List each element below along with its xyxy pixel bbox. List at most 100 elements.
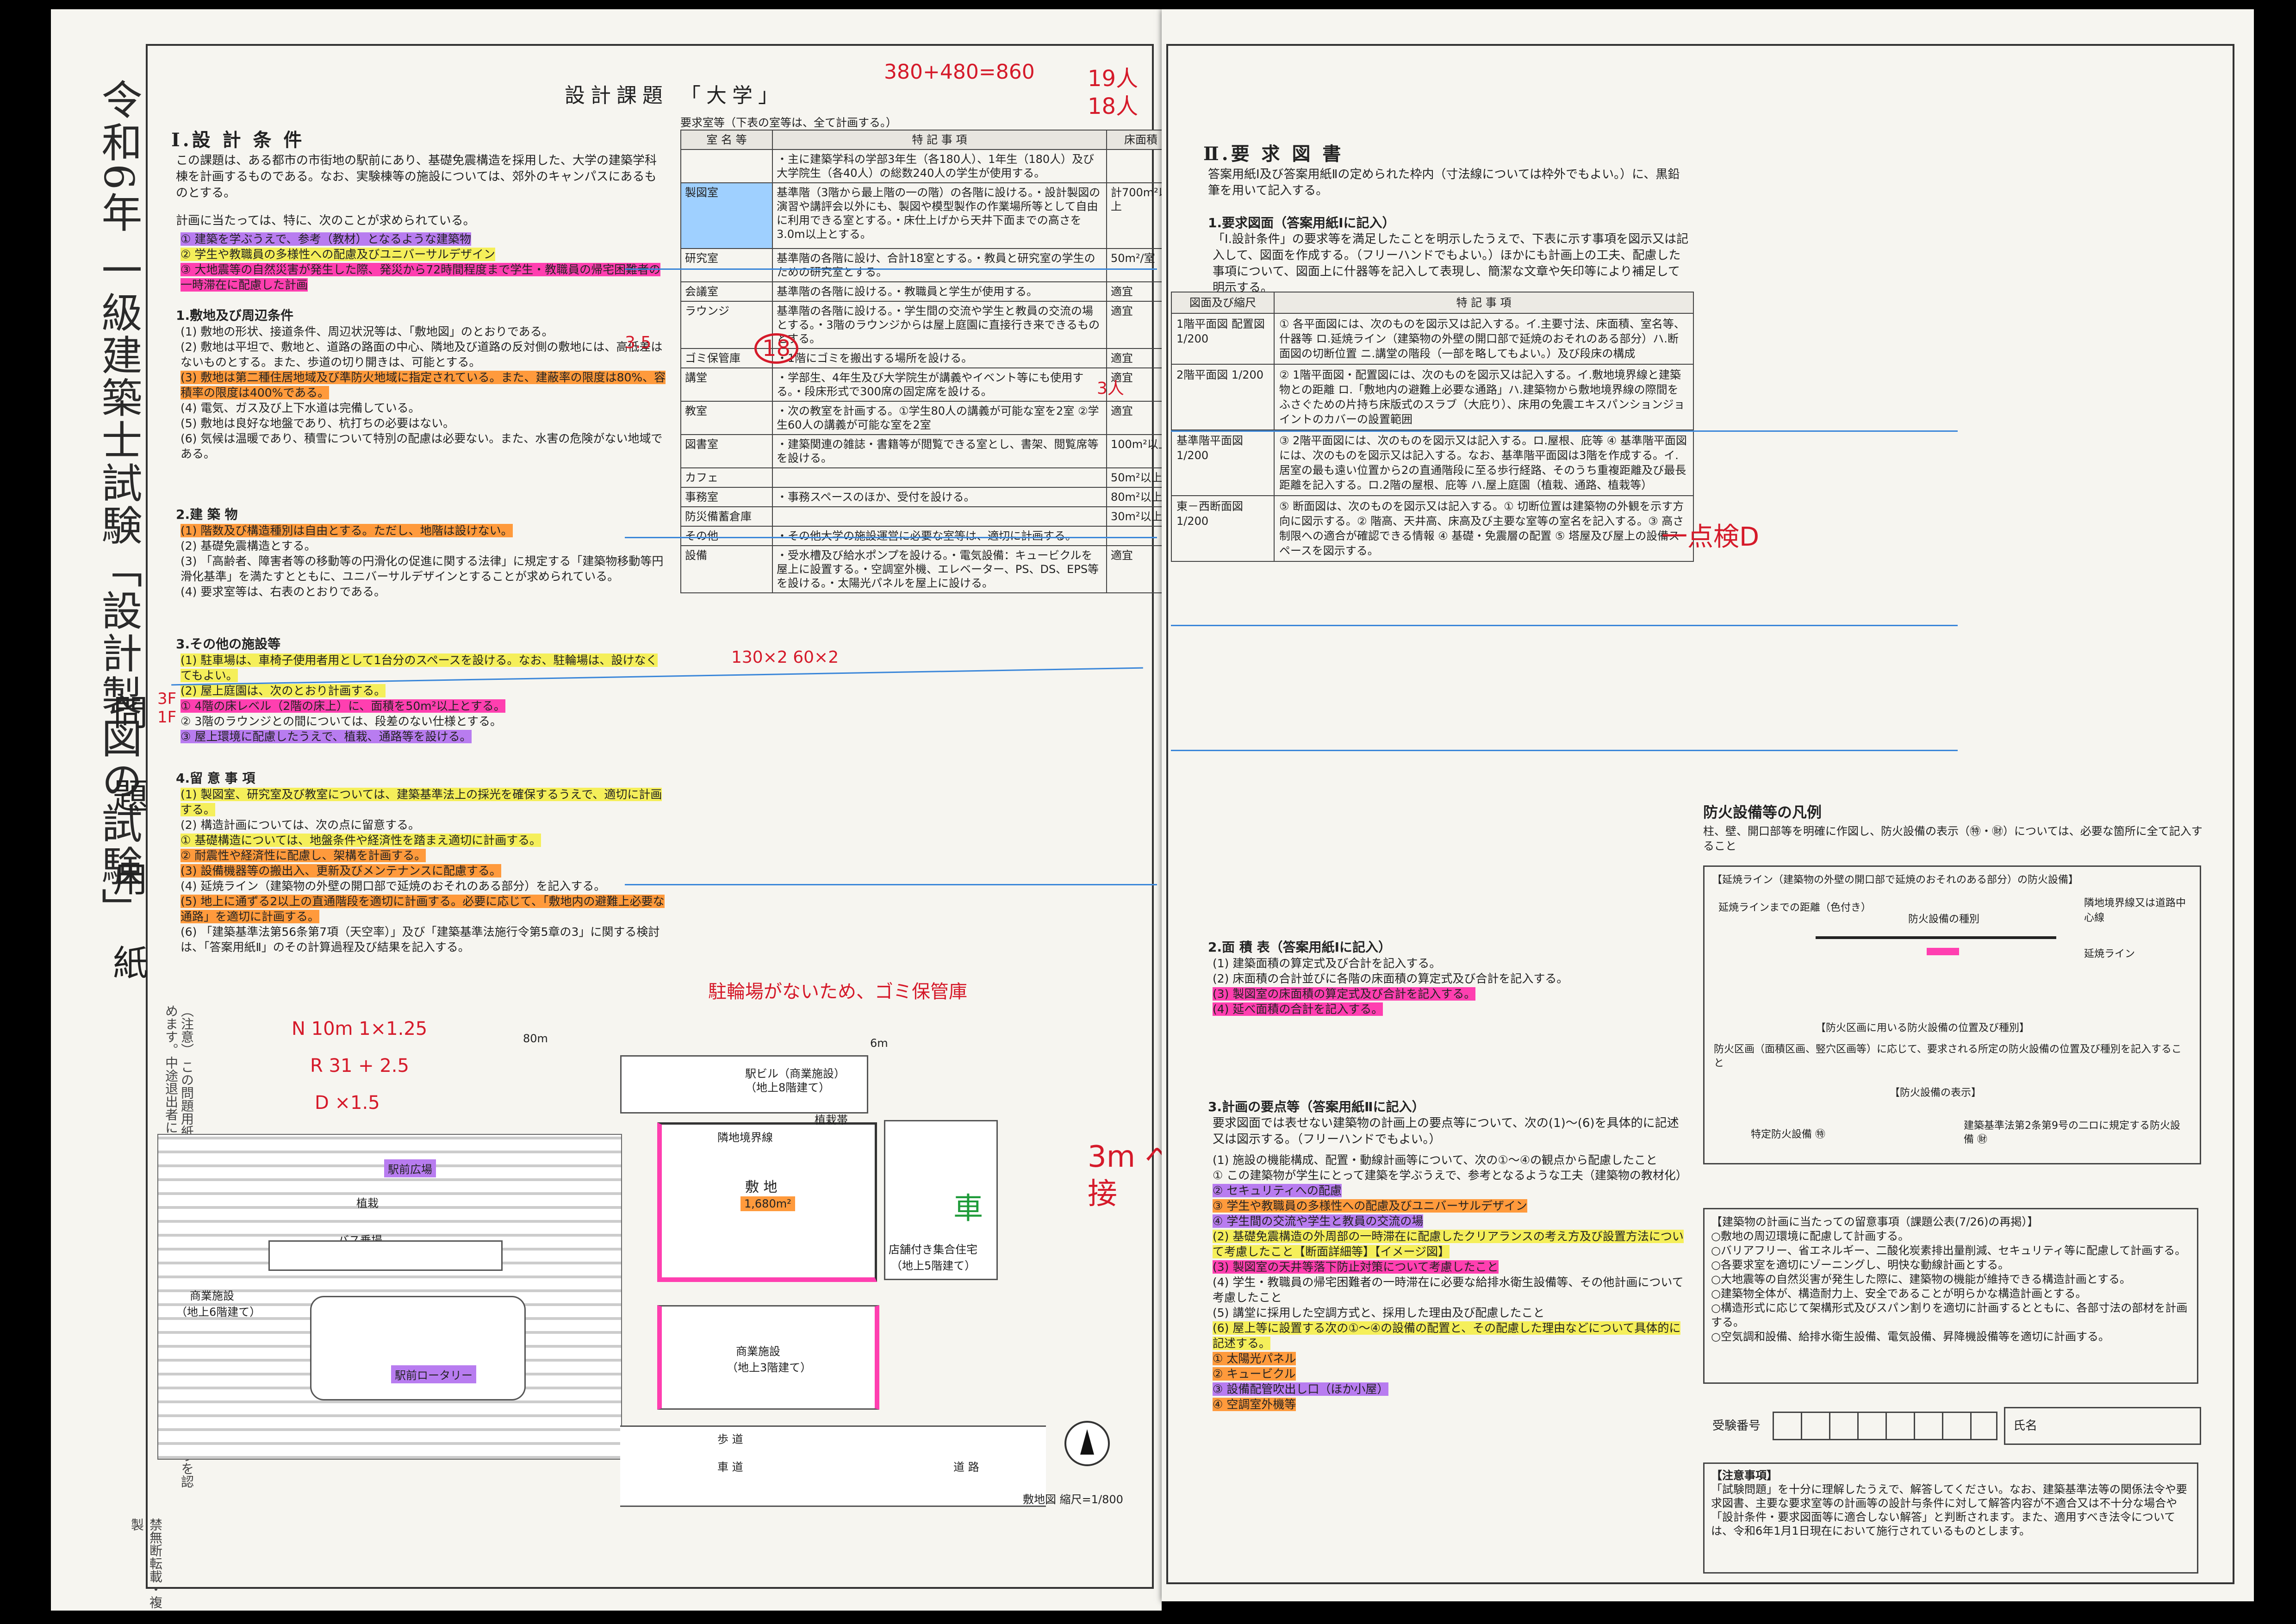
roadway-label: 車 道 bbox=[717, 1461, 743, 1474]
handwritten-note: D ×1.5 bbox=[315, 1092, 380, 1114]
other-items: (1) 駐車場は、車椅子使用者用として1台分のスペースを設ける。なお、駐輪場は、… bbox=[180, 653, 666, 744]
plan-item: ① 建築を学ぶうえで、参考（教材）となるような建築物 bbox=[180, 232, 471, 246]
plan-item: ② 学生や教職員の多様性への配慮及びユニバーサルデザイン bbox=[180, 248, 495, 261]
other-item: ① 4階の床レベル（2階の床上）に、面積を50m²以上とする。 bbox=[180, 699, 505, 713]
table-row: 事務室 ・事務スペースのほか、受付を設ける。 80m²以上 bbox=[680, 487, 1162, 507]
site-item: (3) 敷地は第二種住居地域及び準防火地域に指定されている。また、建蔽率の限度は… bbox=[180, 371, 666, 399]
dim-80m: 80m bbox=[523, 1032, 548, 1045]
room-area: 50m²以上 bbox=[1106, 467, 1162, 488]
legend-title: 防火設備等の凡例 bbox=[1703, 803, 1822, 821]
point-item: (4) 学生・教職員の帰宅困難者の一時滞在に必要な給排水衛生設備等、その他計画に… bbox=[1213, 1276, 1684, 1304]
room-notes: ・受水槽及び給水ポンプを設ける。・電気設備：キュービクルを屋上に設置する。・空調… bbox=[772, 545, 1107, 593]
drawing-notes: ⑤ 断面図は、次のものを図示又は記入する。① 切断位置は建築物の外観を示す方向に… bbox=[1274, 495, 1694, 562]
heading-area-table: 2.面 積 表（答案用紙Ⅰに記入） bbox=[1208, 940, 1392, 955]
north-arrow-icon bbox=[1064, 1421, 1110, 1466]
room-name: 設備 bbox=[680, 545, 773, 593]
room-notes: ・学部生、4年生及び大学院生が講義やイベント等にも使用する。・段床形式で300席… bbox=[772, 367, 1107, 402]
other-item: ② 3階のラウンジとの間については、段差のない仕様とする。 bbox=[180, 715, 502, 728]
heading-cautions: 4.留 意 事 項 bbox=[176, 771, 255, 786]
building-item: (4) 要求室等は、右表のとおりである。 bbox=[180, 585, 386, 598]
legend-item: 【延焼ライン（建築物の外壁の開口部で延焼のおそれのある部分）の防火設備】 bbox=[1712, 874, 2079, 886]
notice-text: 「試験問題」を十分に理解したうえで、解答してください。なお、建築基準法等の関係法… bbox=[1711, 1483, 2187, 1537]
cares-item: ○敷地の周辺環境に配慮して計画する。 bbox=[1711, 1230, 1910, 1243]
station-building bbox=[620, 1055, 868, 1114]
col-room: 室 名 等 bbox=[680, 130, 773, 150]
pen-line bbox=[1171, 750, 1958, 751]
room-notes: ・次の教室を計画する。①学生80人の講義が可能な室を2室 ②学生60人の講義が可… bbox=[772, 401, 1107, 435]
cares-item: ○大地震等の自然災害が発生した際に、建築物の機能が維持できる構造計画とする。 bbox=[1711, 1273, 2131, 1286]
area-item: (4) 延べ面積の合計を記入する。 bbox=[1213, 1002, 1383, 1016]
copyright: 禁無断転載・複製 bbox=[129, 1518, 163, 1609]
area-item: (3) 製図室の床面積の算定式及び合計を記入する。 bbox=[1213, 987, 1476, 1001]
room-name: 事務室 bbox=[680, 487, 773, 507]
commercial-south-label: 商業施設 bbox=[736, 1345, 780, 1358]
handwritten-note: R 31 + 2.5 bbox=[310, 1055, 409, 1076]
table-row: その他 ・その他大学の施設運営に必要な室等は、適切に計画する。 bbox=[680, 526, 1162, 546]
sidewalk-label: 歩 道 bbox=[717, 1433, 743, 1446]
legend-item: 延焼ラインまでの距離（色付き） bbox=[1718, 902, 1872, 914]
table-row: カフェ 50m²以上 bbox=[680, 467, 1162, 488]
building-item: (2) 基礎免震構造とする。 bbox=[180, 539, 316, 553]
site-items: (1) 敷地の形状、接道条件、周辺状況等は、「敷地図」のとおりである。 (2) … bbox=[180, 324, 666, 461]
point-item: (3) 製図室の天井等落下防止対策について考慮したこと bbox=[1213, 1260, 1499, 1274]
room-notes: 基準階の各階に設ける。・学生間の交流や学生と教員の交流の場とする。・3階のラウン… bbox=[772, 301, 1107, 349]
room-name: 図書室 bbox=[680, 434, 773, 468]
room-area: 適宜 bbox=[1106, 301, 1162, 349]
room-notes: ・1階にゴミを搬出する場所を設ける。 bbox=[772, 348, 1107, 368]
legend-distance-mark bbox=[1927, 948, 1959, 955]
legend-item: 【防火区画に用いる防火設備の位置及び種別】 bbox=[1816, 1022, 2030, 1034]
room-notes bbox=[772, 506, 1107, 527]
room-notes: ・その他大学の施設運営に必要な室等は、適切に計画する。 bbox=[772, 526, 1107, 546]
col-drawing-notes: 特 記 事 項 bbox=[1274, 292, 1694, 314]
legend-item: 【防火設備の表示】 bbox=[1890, 1087, 1982, 1099]
building-item: (1) 階数及び構造種別は自由とする。ただし、地階は設けない。 bbox=[180, 524, 513, 537]
sec2-intro: 答案用紙Ⅰ及び答案用紙Ⅱの定められた枠内（寸法線については枠外でもよい。）に、黒… bbox=[1208, 168, 1680, 198]
left-sheet: 令和6年 一級建築士試験「設計製図の試験」 問 題 用 紙 （注意） この問題用… bbox=[51, 9, 1162, 1611]
table-row: ラウンジ 基準階の各階に設ける。・学生間の交流や学生と教員の交流の場とする。・3階… bbox=[680, 301, 1162, 349]
notice-title: 【注意事項】 bbox=[1711, 1469, 1778, 1482]
exam-number-field[interactable] bbox=[1773, 1412, 1997, 1440]
room-area: 適宜 bbox=[1106, 545, 1162, 593]
care-item: (3) 設備機器等の搬出入、更新及びメンテナンスに配慮する。 bbox=[180, 864, 501, 877]
room-notes: 基準階（3階から最上階の一の階）の各階に設ける。・設計製図の演習や講評会以外にも… bbox=[772, 182, 1107, 249]
heading-site: 1.敷地及び周辺条件 bbox=[176, 308, 294, 323]
room-name: 研究室 bbox=[680, 248, 773, 282]
name-field[interactable] bbox=[2004, 1407, 2201, 1445]
care-item: (5) 地上に通ずる2以上の直通階段を適切に計画する。必要に応じて、「敷地内の避… bbox=[180, 895, 665, 923]
table-row: 2階平面図 1/200 ② 1階平面図・配置図には、次のものを図示又は記入する。イ… bbox=[1171, 364, 1694, 430]
site-item: (4) 電気、ガス及び上下水道は完備している。 bbox=[180, 401, 420, 415]
table-row: 1階平面図 配置図 1/200 ① 各平面図には、次のものを図示又は記入する。イ.… bbox=[1171, 313, 1694, 365]
handwritten-note: 3.5 bbox=[625, 333, 652, 352]
care-item: (2) 構造計画については、次の点に留意する。 bbox=[180, 818, 420, 832]
heading-planning-points: 3.計画の要点等（答案用紙Ⅱに記入） bbox=[1208, 1099, 1425, 1114]
pen-line bbox=[1171, 430, 1958, 432]
drawing-name: 1階平面図 配置図 1/200 bbox=[1171, 313, 1275, 365]
point-item: (5) 講堂に採用した空調方式と、採用した理由及び配慮したこと bbox=[1213, 1306, 1545, 1319]
table-row: 防災備蓄倉庫 30m²以上 bbox=[680, 506, 1162, 527]
rotary-island bbox=[310, 1296, 526, 1400]
site-item: (1) 敷地の形状、接道条件、周辺状況等は、「敷地図」のとおりである。 bbox=[180, 325, 554, 338]
cares-item: ○建築物全体が、構造耐力上、安全であることが明らかな構造計画とする。 bbox=[1711, 1287, 2087, 1300]
shops-label: 商業施設 bbox=[190, 1289, 234, 1302]
cares-title: 【建築物の計画に当たっての留意事項（課題公表(7/26)の再掲）】 bbox=[1711, 1215, 2039, 1228]
site-item: (5) 敷地は良好な地盤であり、杭打ちの必要はない。 bbox=[180, 417, 455, 430]
exam-number-label: 受験番号 bbox=[1712, 1419, 1761, 1433]
other-item: ③ 屋上環境に配慮したうえで、植栽、通路等を設ける。 bbox=[180, 730, 472, 743]
vertical-note-label: （注意） bbox=[179, 1004, 194, 1056]
point-item: ④ 学生間の交流や学生と教員の交流の場 bbox=[1213, 1214, 1424, 1228]
room-area: 計700m²以上 bbox=[1106, 182, 1162, 249]
intro-text: この課題は、ある都市の市街地の駅前にあり、基礎免震構造を採用した、大学の建築学科… bbox=[176, 154, 657, 200]
point-item: (1) 施設の機能構成、配置・動線計画等について、次の①～④の観点から配慮したこ… bbox=[1213, 1153, 1658, 1167]
handwritten-note: 車 bbox=[953, 1192, 983, 1226]
care-item: ① 基礎構造については、地盤条件や経済性を踏まえ適切に計画する。 bbox=[180, 834, 541, 847]
planting-strip-label: 植栽帯 bbox=[815, 1114, 848, 1126]
drawing-name: 基準階平面図 1/200 bbox=[1171, 429, 1275, 496]
room-notes: ・事務スペースのほか、受付を設ける。 bbox=[772, 487, 1107, 507]
table-row: 設備 ・受水槽及び給水ポンプを設ける。・電気設備：キュービクルを屋上に設置する。・… bbox=[680, 545, 1162, 593]
handwritten-note: 380+480=860 bbox=[884, 60, 1035, 84]
neighbor-housing-floors: （地上5階建て） bbox=[891, 1259, 976, 1272]
care-item: ② 耐震性や経済性に配慮し、架構を計画する。 bbox=[180, 849, 426, 862]
fire-legend-box: 【延焼ライン（建築物の外壁の開口部で延焼のおそれのある部分）の防火設備】 延焼ラ… bbox=[1703, 865, 2201, 1164]
room-area: 80m²以上 bbox=[1106, 487, 1162, 507]
room-notes: ・主に建築学科の学部3年生（各180人）、1年生（180人）及び大学院生（各40… bbox=[772, 149, 1107, 183]
